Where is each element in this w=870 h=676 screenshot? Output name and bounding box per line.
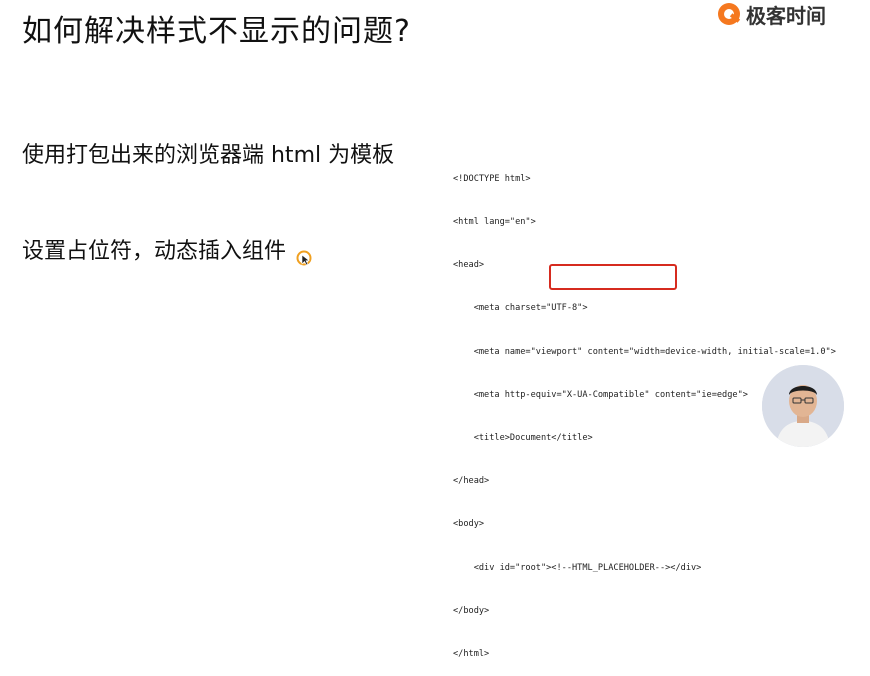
code-line: <html lang="en"> <box>453 217 536 228</box>
brand-logo: 极客时间 <box>718 0 826 28</box>
geektime-logo-icon <box>718 3 740 25</box>
mouse-cursor-icon <box>296 250 312 266</box>
code-line: <meta charset="UTF-8"> <box>453 303 588 314</box>
bullet-item-template: 使用打包出来的浏览器端 html 为模板 <box>22 143 395 168</box>
code-line: <!DOCTYPE html> <box>453 173 531 184</box>
code-line: </body> <box>453 605 490 616</box>
page-title: 如何解决样式不显示的问题? <box>22 14 411 49</box>
code-line: <meta name="viewport" content="width=dev… <box>453 346 836 357</box>
code-line-root-placeholder: <div id="root"><!--HTML_PLACEHOLDER--></… <box>453 562 702 573</box>
presenter-figure-icon <box>762 365 844 447</box>
placeholder-highlight-box <box>549 264 677 290</box>
code-line: </html> <box>453 649 490 660</box>
code-line: <body> <box>453 519 485 530</box>
code-line: </head> <box>453 476 490 487</box>
bullet-item-placeholder: 设置占位符，动态插入组件 <box>22 239 287 264</box>
presenter-avatar <box>762 365 844 447</box>
brand-name: 极客时间 <box>746 3 826 28</box>
